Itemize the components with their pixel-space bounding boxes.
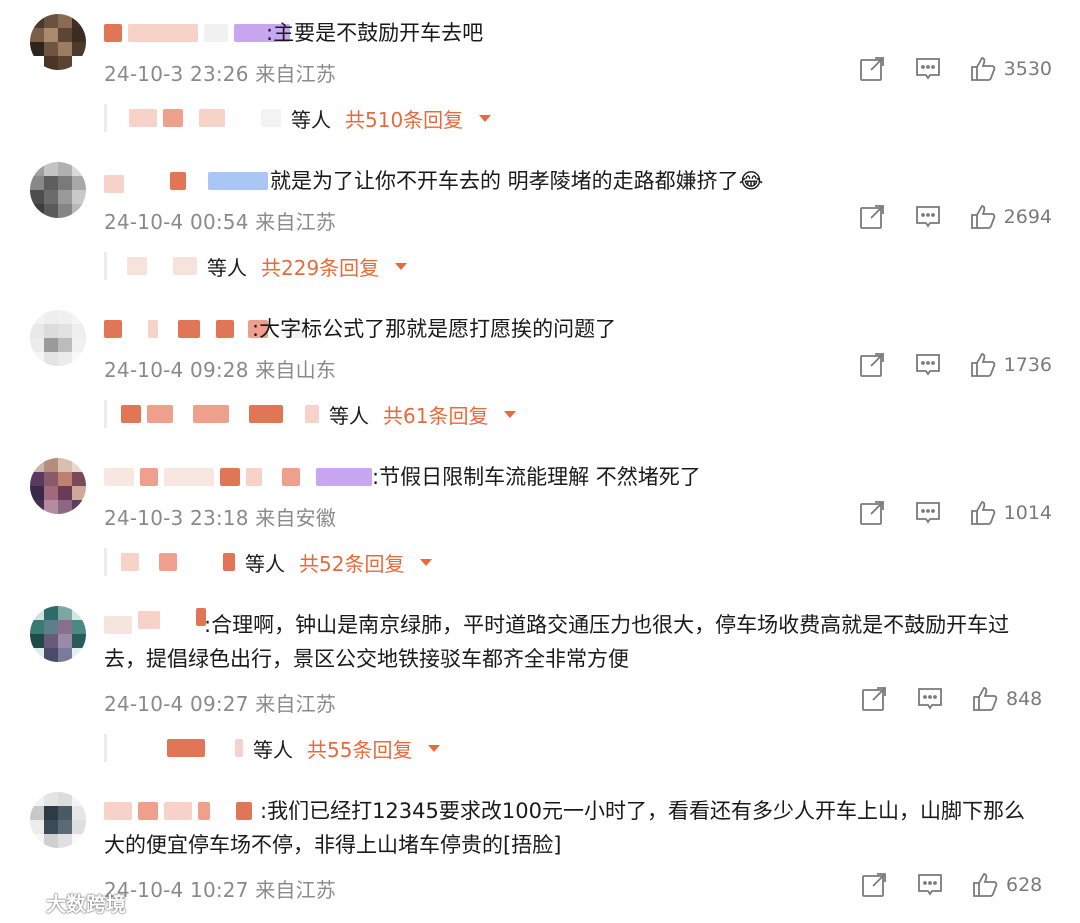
timestamp: 24-10-3 23:26	[104, 62, 249, 86]
thumbs-up-icon	[970, 352, 996, 378]
like-button[interactable]: 628	[972, 872, 1052, 898]
reply-count-link[interactable]: 共61条回复	[383, 400, 488, 429]
reply-summary[interactable]: 等人 共61条回复	[104, 400, 517, 429]
comment-item: :主要是不鼓励开车去吧 24-10-3 23:26 来自江苏 3530 等人 共…	[0, 14, 1080, 154]
comment-meta: 24-10-4 09:28 来自山东	[104, 354, 336, 383]
comment-text: :节假日限制车流能理解 不然堵死了	[372, 465, 701, 489]
comment-icon[interactable]	[916, 686, 944, 712]
reply-count-link[interactable]: 共510条回复	[345, 104, 463, 133]
reply-summary[interactable]: 等人 共52条回复	[104, 548, 433, 577]
like-count: 2694	[1003, 206, 1052, 228]
share-icon[interactable]	[858, 204, 886, 230]
like-count: 3530	[1003, 58, 1052, 80]
comment-icon[interactable]	[914, 352, 942, 378]
reply-users-suffix: 等人	[253, 737, 293, 762]
comment-item: 就是为了让你不开车去的 明孝陵堵的走路都嫌挤了😂 24-10-4 00:54 来…	[0, 162, 1080, 302]
avatar[interactable]	[30, 14, 86, 70]
reply-users-suffix: 等人	[291, 107, 331, 132]
comment-icon[interactable]	[914, 500, 942, 526]
timestamp: 24-10-4 00:54	[104, 210, 249, 234]
share-icon[interactable]	[858, 56, 886, 82]
comment-meta: 24-10-4 00:54 来自江苏	[104, 206, 336, 235]
comment-icon[interactable]	[914, 204, 942, 230]
username[interactable]	[104, 166, 268, 196]
avatar[interactable]	[30, 310, 86, 366]
like-button[interactable]: 1014	[970, 500, 1052, 526]
avatar[interactable]	[30, 458, 86, 514]
caret-down-icon[interactable]	[479, 114, 492, 122]
thumbs-up-icon	[970, 204, 996, 230]
thumbs-up-icon	[972, 872, 998, 898]
share-icon[interactable]	[858, 352, 886, 378]
like-button[interactable]: 3530	[970, 56, 1052, 82]
location: 来自山东	[255, 358, 337, 382]
like-count: 1736	[1003, 354, 1052, 376]
location: 来自江苏	[255, 692, 337, 716]
thumbs-up-icon	[972, 686, 998, 712]
comment-item: :我们已经打12345要求改100元一小时了，看看还有多少人开车上山，山脚下那么…	[0, 792, 1080, 923]
comment-text: :主要是不鼓励开车去吧	[266, 21, 484, 45]
timestamp: 24-10-4 09:28	[104, 358, 249, 382]
location: 来自江苏	[255, 62, 337, 86]
like-button[interactable]: 848	[972, 686, 1052, 712]
comment-item: :合理啊，钟山是南京绿肺，平时道路交通压力也很大，停车场收费高就是不鼓励开车过去…	[0, 606, 1080, 774]
avatar[interactable]	[30, 606, 86, 662]
timestamp: 24-10-4 09:27	[104, 692, 249, 716]
share-icon[interactable]	[858, 500, 886, 526]
comment-meta: 24-10-3 23:18 来自安徽	[104, 502, 336, 531]
like-count: 848	[1006, 688, 1043, 710]
username[interactable]	[104, 18, 290, 48]
reply-count-link[interactable]: 共52条回复	[299, 548, 404, 577]
comment-meta: 24-10-4 09:27 来自江苏	[104, 688, 336, 717]
comment-icon[interactable]	[914, 56, 942, 82]
reply-summary[interactable]: 等人 共55条回复	[104, 734, 441, 763]
comment-text: :大字标公式了那就是愿打愿挨的问题了	[252, 317, 617, 341]
location: 来自安徽	[255, 506, 337, 530]
like-button[interactable]: 1736	[970, 352, 1052, 378]
reply-users-suffix: 等人	[245, 551, 285, 576]
comment-icon[interactable]	[916, 872, 944, 898]
caret-down-icon[interactable]	[504, 410, 517, 418]
avatar[interactable]	[30, 792, 86, 848]
reply-summary[interactable]: 等人 共510条回复	[104, 104, 492, 133]
share-icon[interactable]	[860, 872, 888, 898]
username[interactable]	[104, 462, 372, 492]
comment-meta: 24-10-3 23:26 来自江苏	[104, 58, 336, 87]
share-icon[interactable]	[860, 686, 888, 712]
watermark-logo-icon	[10, 889, 40, 916]
like-count: 628	[1006, 874, 1043, 896]
reply-summary[interactable]: 等人 共229条回复	[104, 252, 408, 281]
timestamp: 24-10-3 23:18	[104, 506, 249, 530]
thumbs-up-icon	[970, 56, 996, 82]
like-button[interactable]: 2694	[970, 204, 1052, 230]
caret-down-icon[interactable]	[395, 262, 408, 270]
reply-count-link[interactable]: 共55条回复	[307, 734, 412, 763]
like-count: 1014	[1003, 502, 1052, 524]
comment-text: :我们已经打12345要求改100元一小时了，看看还有多少人开车上山，山脚下那么…	[104, 799, 1025, 857]
reply-users-suffix: 等人	[207, 255, 247, 280]
caret-down-icon[interactable]	[428, 744, 441, 752]
reply-count-link[interactable]: 共229条回复	[261, 252, 379, 281]
caret-down-icon[interactable]	[420, 558, 433, 566]
laughing-emoji: 😂	[738, 169, 764, 193]
watermark: 大数跨境	[10, 888, 126, 917]
thumbs-up-icon	[970, 500, 996, 526]
location: 来自江苏	[255, 210, 337, 234]
comment-text: :合理啊，钟山是南京绿肺，平时道路交通压力也很大，停车场收费高就是不鼓励开车过去…	[104, 613, 1010, 671]
comment-meta: 24-10-4 10:27 来自江苏	[104, 874, 336, 903]
watermark-text: 大数跨境	[46, 892, 126, 916]
comment-item: :节假日限制车流能理解 不然堵死了 24-10-3 23:18 来自安徽 101…	[0, 458, 1080, 598]
comment-text: 就是为了让你不开车去的 明孝陵堵的走路都嫌挤了😂	[270, 169, 764, 193]
comment-item: :大字标公式了那就是愿打愿挨的问题了 24-10-4 09:28 来自山东 17…	[0, 310, 1080, 450]
reply-users-suffix: 等人	[329, 403, 369, 428]
location: 来自江苏	[255, 878, 337, 902]
avatar[interactable]	[30, 162, 86, 218]
